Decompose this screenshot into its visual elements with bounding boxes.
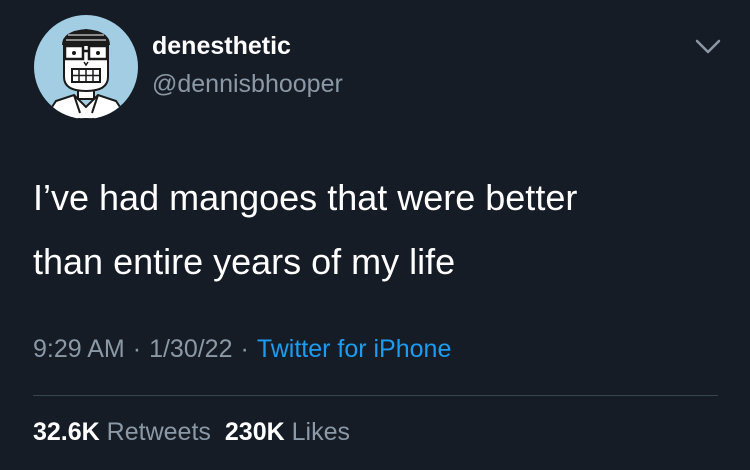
avatar[interactable] <box>34 15 138 119</box>
retweets-count: 32.6K <box>33 418 100 446</box>
tweet-text: I’ve had mangoes that were better than e… <box>33 166 723 294</box>
chevron-down-icon[interactable] <box>692 33 724 61</box>
retweets-stat[interactable]: 32.6K Retweets <box>33 418 211 446</box>
tweet-text-line: than entire years of my life <box>33 241 456 282</box>
tweet-source-link[interactable]: Twitter for iPhone <box>257 335 452 363</box>
tweet-text-line: I’ve had mangoes that were better <box>33 177 578 218</box>
tweet-meta: 9:29 AM · 1/30/22 · Twitter for iPhone <box>33 335 451 364</box>
cartoon-face-avatar-icon <box>42 29 130 119</box>
tweet-date[interactable]: 1/30/22 <box>149 335 232 363</box>
likes-stat[interactable]: 230K Likes <box>225 418 350 446</box>
meta-separator: · <box>240 335 249 363</box>
user-handle[interactable]: @dennisbhooper <box>152 70 343 99</box>
tweet-stats: 32.6K Retweets 230K Likes <box>33 418 350 447</box>
tweet-time[interactable]: 9:29 AM <box>33 335 125 363</box>
likes-count: 230K <box>224 418 285 446</box>
display-name[interactable]: denesthetic <box>152 32 291 61</box>
likes-label: Likes <box>291 418 350 446</box>
retweets-label: Retweets <box>106 418 211 446</box>
meta-separator: · <box>132 335 142 363</box>
divider <box>33 395 718 396</box>
tweet-card: denesthetic @dennisbhooper I’ve had mang… <box>0 0 750 470</box>
